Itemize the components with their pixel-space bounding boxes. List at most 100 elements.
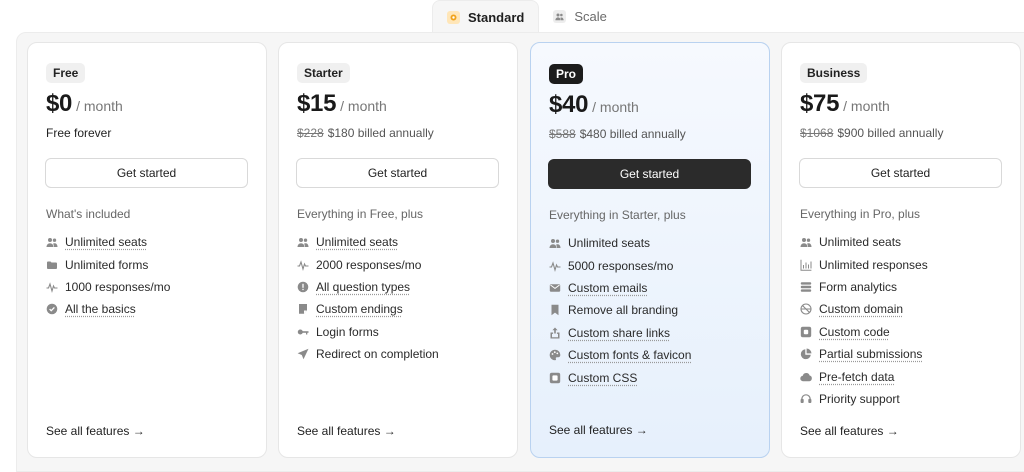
feature-item: Unlimited seats [800, 231, 928, 253]
feature-label: All question types [316, 279, 411, 294]
included-heading: Everything in Free, plus [297, 207, 424, 221]
included-heading: Everything in Pro, plus [800, 207, 921, 221]
feature-list: Unlimited seats Unlimited responses Form a… [800, 231, 928, 410]
feature-item: Custom share links [549, 322, 691, 344]
plan-card-free: Free $0 / month Free forever Get started… [27, 42, 267, 458]
price-row: $15 / month [297, 90, 387, 118]
feature-list: Unlimited seats 2000 responses/mo All ques… [297, 231, 439, 365]
see-all-features-link[interactable]: See all features → [800, 424, 899, 438]
feature-label: Unlimited seats [316, 235, 399, 250]
feature-label: 2000 responses/mo [316, 257, 422, 272]
tab-label: Standard [468, 9, 525, 25]
price-row: $40 / month [549, 91, 639, 119]
feature-list: Unlimited seats 5000 responses/mo Custom e… [549, 232, 691, 389]
feature-label: 1000 responses/mo [65, 279, 171, 294]
feature-item: Custom CSS [549, 366, 691, 388]
billing-text: $480 billed annually [579, 127, 686, 141]
plan-tabs: Standard Scale [432, 0, 621, 33]
feature-label: 5000 responses/mo [568, 258, 674, 273]
feature-label: Custom share links [568, 325, 671, 340]
feature-item: Custom domain [800, 298, 928, 320]
cloud-icon [800, 371, 812, 383]
css-icon [549, 372, 561, 384]
original-price: $588 [549, 127, 576, 141]
users-icon [297, 236, 309, 248]
price-row: $75 / month [800, 90, 890, 118]
feature-label: Custom emails [568, 280, 648, 295]
billing-note: $228 $180 billed annually [297, 126, 434, 140]
headset-icon [800, 393, 812, 405]
feature-item: Redirect on completion [297, 343, 439, 365]
get-started-button[interactable]: Get started [45, 158, 248, 188]
see-all-features-link[interactable]: See all features → [46, 424, 145, 438]
plan-badge: Free [46, 63, 86, 83]
feature-label: Unlimited seats [65, 235, 148, 250]
folder-icon [46, 259, 58, 271]
feature-item: Unlimited responses [800, 253, 928, 275]
feature-label: Custom domain [819, 302, 904, 317]
note-icon [297, 303, 309, 315]
feature-item: Custom code [800, 321, 928, 343]
feature-label: Priority support [819, 391, 900, 406]
included-heading: What's included [46, 207, 131, 221]
feature-label: Remove all branding [568, 303, 679, 318]
send-icon [297, 348, 309, 360]
see-all-features-link[interactable]: See all features → [549, 423, 648, 437]
feature-label: Custom code [819, 324, 890, 339]
billing-text: Free forever [46, 126, 112, 140]
spark-icon [447, 10, 460, 24]
see-all-features-link[interactable]: See all features → [297, 424, 396, 438]
users-icon [800, 236, 812, 248]
feature-item: Remove all branding [549, 299, 691, 321]
share-icon [549, 327, 561, 339]
mail-icon [549, 282, 561, 294]
billing-text: $900 billed annually [837, 126, 944, 140]
globe-icon [800, 303, 812, 315]
feature-item: Login forms [297, 321, 439, 343]
plan-price: $0 [46, 90, 73, 117]
feature-item: All the basics [46, 298, 170, 320]
feature-item: Custom fonts & favicon [549, 344, 691, 366]
feature-label: Custom CSS [568, 370, 638, 385]
included-heading: Everything in Starter, plus [549, 208, 686, 222]
feature-item: Priority support [800, 388, 928, 410]
billing-note: $588 $480 billed annually [549, 127, 686, 141]
feature-item: Unlimited forms [46, 253, 170, 275]
plan-price: $40 [549, 91, 589, 118]
analytics-icon [800, 281, 812, 293]
feature-label: Custom endings [316, 302, 403, 317]
feature-item: Custom endings [297, 298, 439, 320]
feature-label: Redirect on completion [316, 347, 439, 362]
billing-note: Free forever [46, 126, 111, 140]
plan-badge: Business [800, 63, 868, 83]
feature-item: All question types [297, 276, 439, 298]
feature-label: Partial submissions [819, 347, 923, 362]
tab-standard[interactable]: Standard [432, 0, 540, 33]
feature-label: Form analytics [819, 279, 898, 294]
original-price: $228 [297, 126, 324, 140]
get-started-button[interactable]: Get started [296, 158, 499, 188]
users-icon [46, 236, 58, 248]
tab-label: Scale [574, 9, 607, 24]
feature-label: Unlimited responses [819, 257, 928, 272]
price-period: / month [592, 99, 639, 115]
bookmark-icon [549, 304, 561, 316]
activity-icon [46, 281, 58, 293]
plan-card-business: Business $75 / month $1068 $900 billed an… [781, 42, 1021, 458]
plan-badge: Starter [297, 63, 350, 83]
plan-price: $75 [800, 90, 840, 117]
price-period: / month [340, 98, 387, 114]
feature-item: 5000 responses/mo [549, 254, 691, 276]
price-period: / month [843, 98, 890, 114]
get-started-button[interactable]: Get started [799, 158, 1002, 188]
tab-scale[interactable]: Scale [539, 0, 621, 33]
billing-text: $180 billed annually [327, 126, 434, 140]
pie-icon [800, 348, 812, 360]
feature-item: 1000 responses/mo [46, 276, 170, 298]
plan-price: $15 [297, 90, 337, 117]
check-circle-icon [46, 303, 58, 315]
feature-item: Unlimited seats [549, 232, 691, 254]
feature-label: Unlimited seats [568, 236, 651, 251]
team-icon [553, 10, 567, 23]
get-started-button[interactable]: Get started [548, 159, 751, 189]
